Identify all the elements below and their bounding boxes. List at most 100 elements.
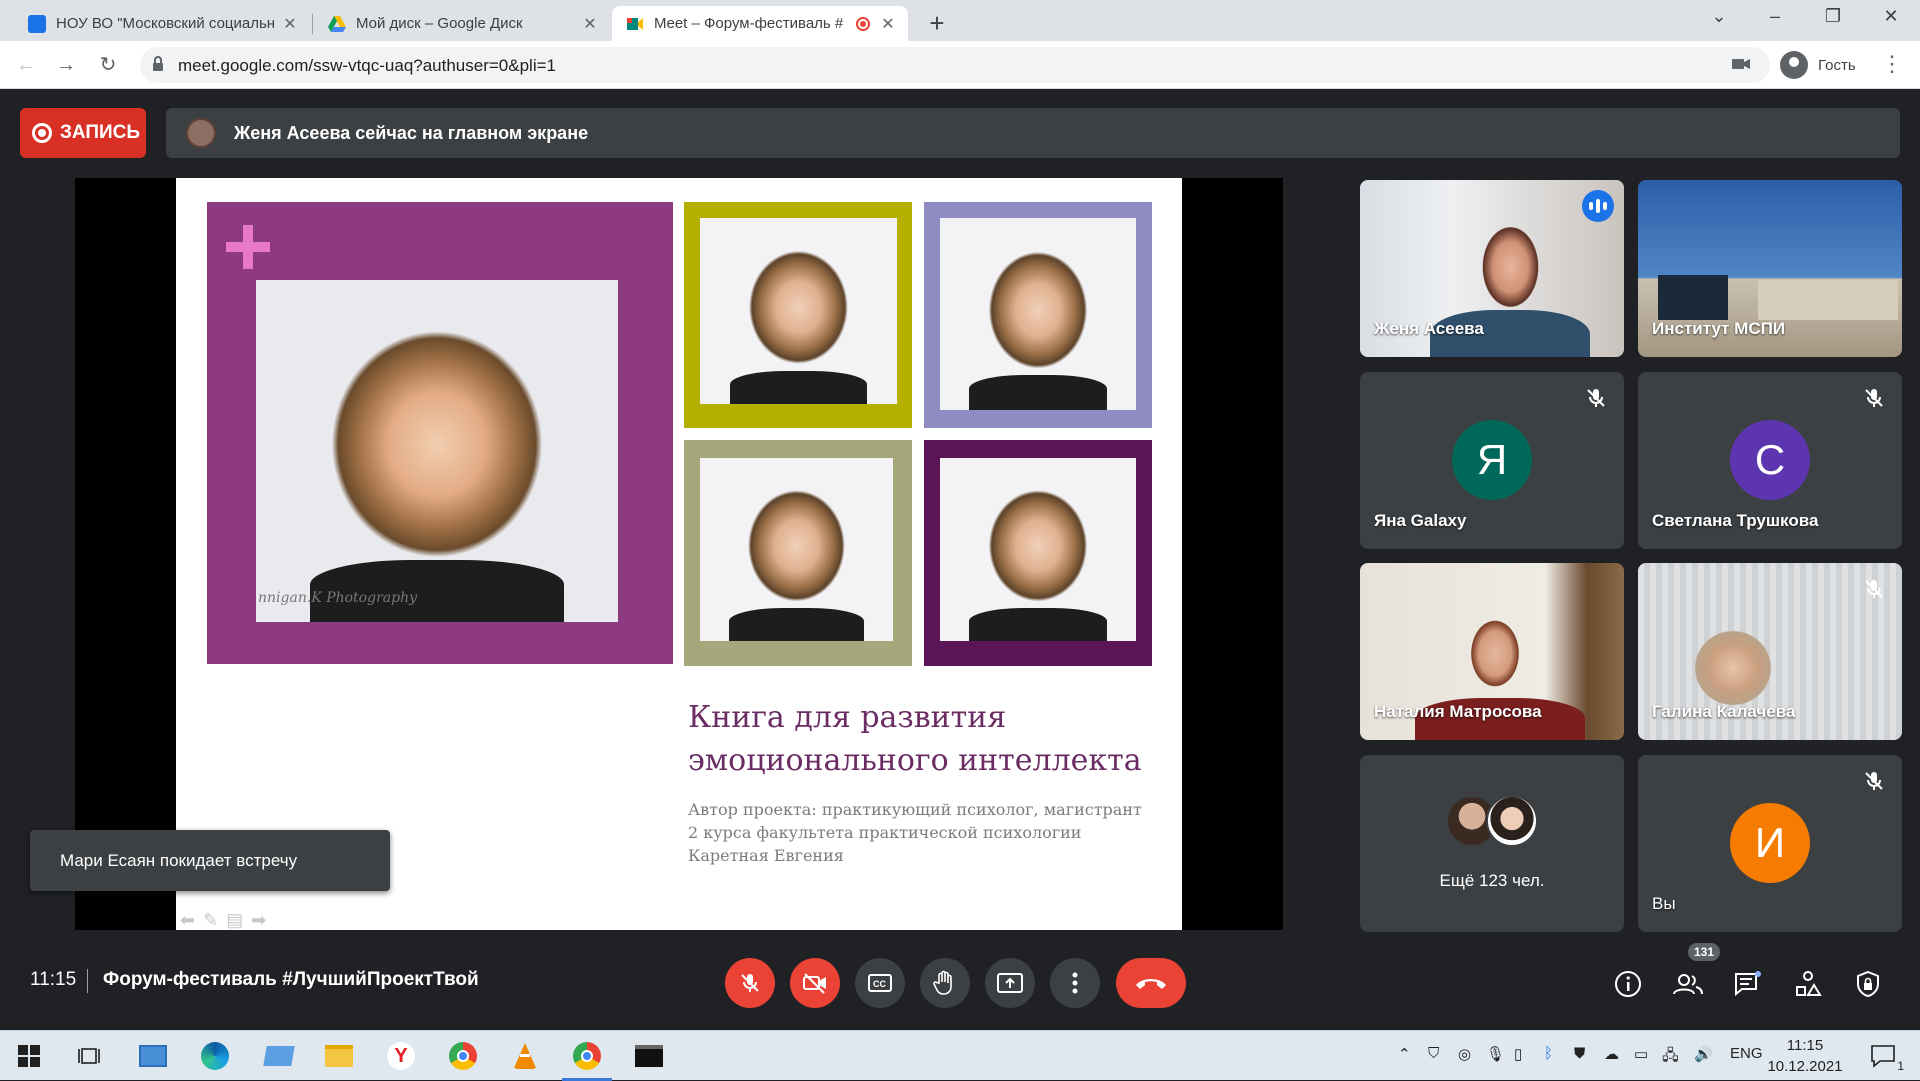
child-surprised-photo <box>940 218 1136 410</box>
chat-button[interactable] <box>1732 968 1764 1000</box>
restore-button[interactable]: ❐ <box>1810 6 1856 27</box>
activities-button[interactable] <box>1792 968 1824 1000</box>
main-screen-banner: Женя Асеева сейчас на главном экране <box>166 108 1900 158</box>
drive-favicon-icon <box>328 15 346 33</box>
recording-badge[interactable]: ЗАПИСЬ <box>20 108 146 158</box>
command-prompt-icon[interactable] <box>632 1039 666 1073</box>
raise-hand-button[interactable] <box>920 958 970 1008</box>
camera-off-icon <box>803 973 826 994</box>
present-screen-button[interactable] <box>985 958 1035 1008</box>
network-tray-icon[interactable]: 🖧 <box>1662 1045 1679 1070</box>
child-doubtful-photo <box>700 458 893 641</box>
slide-subtitle-line: Каретная Евгения <box>688 846 844 865</box>
new-tab-button[interactable]: + <box>923 8 951 39</box>
meet-favicon-icon <box>626 15 644 33</box>
clock-date: 10.12.2021 <box>1767 1058 1843 1075</box>
chrome-active-icon[interactable] <box>562 1039 612 1081</box>
network-computer-icon[interactable] <box>262 1039 296 1073</box>
participant-tile[interactable]: Институт МСПИ <box>1638 180 1902 357</box>
security-shield-tray-icon[interactable]: ⛉ <box>1428 1045 1439 1062</box>
usb-tray-icon[interactable]: ▯ <box>1514 1045 1522 1063</box>
yandex-browser-icon[interactable]: Y <box>384 1039 418 1073</box>
mic-off-icon <box>1865 772 1883 790</box>
captions-button[interactable]: CC <box>855 958 905 1008</box>
record-icon <box>32 123 52 143</box>
desk-shape <box>1758 280 1898 320</box>
participant-name: Институт МСПИ <box>1652 319 1786 338</box>
info-icon <box>1615 971 1641 997</box>
system-clock[interactable]: 11:15 10.12.2021 <box>1760 1035 1850 1077</box>
meeting-details-button[interactable] <box>1612 968 1644 1000</box>
back-arrow-icon[interactable]: ← <box>12 51 40 79</box>
slide-controls: ⬅ ✎ ▤ ➡ <box>180 910 266 931</box>
participant-tile[interactable]: Наталия Матросова <box>1360 563 1624 740</box>
control-panel-icon[interactable] <box>136 1039 170 1073</box>
chrome-icon[interactable] <box>446 1039 480 1073</box>
profile-avatar-icon <box>1780 51 1808 79</box>
browser-tab-strip: НОУ ВО "Московский социальн ✕ Мой диск –… <box>0 0 1920 41</box>
input-language[interactable]: ENG <box>1730 1045 1763 1062</box>
people-icon <box>1673 974 1703 995</box>
captions-icon: CC <box>868 974 892 992</box>
windows-taskbar: Y ⌃ ⛉ ◎ 🎙 ▯ ᛒ ⛊ ☁ ▭ 🖧 🔊 ENG 11:15 10.12.… <box>0 1030 1920 1081</box>
camera-toggle-button[interactable] <box>790 958 840 1008</box>
close-window-button[interactable]: ✕ <box>1868 6 1914 27</box>
tab-nou-vo[interactable]: НОУ ВО "Московский социальн ✕ <box>14 6 310 41</box>
tab-divider <box>312 14 313 34</box>
meeting-title: Форум-фестиваль #ЛучшийПроектТвой <box>103 969 479 990</box>
self-tile[interactable]: И Вы <box>1638 755 1902 932</box>
tab-search-chevron-icon[interactable]: ⌄ <box>1696 6 1742 27</box>
bluetooth-tray-icon[interactable]: ᛒ <box>1544 1045 1553 1062</box>
close-tab-icon[interactable]: ✕ <box>580 14 600 34</box>
participant-tile[interactable]: Женя Асеева <box>1360 180 1624 357</box>
meeting-clock: 11:15 <box>30 969 77 990</box>
leave-call-button[interactable] <box>1116 958 1186 1008</box>
participant-tile[interactable]: Я Яна Galaxy <box>1360 372 1624 549</box>
edge-browser-icon[interactable] <box>198 1039 232 1073</box>
more-participants-tile[interactable]: Ещё 123 чел. <box>1360 755 1624 932</box>
more-participants-label: Ещё 123 чел. <box>1439 871 1545 890</box>
camera-in-use-icon[interactable] <box>1732 55 1750 76</box>
slide-title-line: эмоционального интеллекта <box>688 743 1142 778</box>
reload-icon[interactable]: ↻ <box>94 51 122 79</box>
volume-tray-icon[interactable]: 🔊 <box>1694 1045 1713 1063</box>
participant-tile[interactable]: Галина Калачева <box>1638 563 1902 740</box>
next-slide-icon[interactable]: ➡ <box>251 910 266 931</box>
participant-name: Женя Асеева <box>1374 319 1484 338</box>
cloud-sync-tray-icon[interactable]: ☁ <box>1604 1045 1619 1063</box>
notification-center-icon[interactable]: 1 <box>1866 1039 1904 1073</box>
forward-arrow-icon[interactable]: → <box>52 51 80 79</box>
mic-off-icon <box>1865 580 1883 598</box>
close-tab-icon[interactable]: ✕ <box>878 14 898 34</box>
show-hidden-icons-chevron[interactable]: ⌃ <box>1398 1045 1411 1063</box>
tab-title: НОУ ВО "Московский социальн <box>56 15 276 32</box>
tab-google-drive[interactable]: Мой диск – Google Диск ✕ <box>314 6 610 41</box>
file-explorer-icon[interactable] <box>322 1039 356 1073</box>
profile-button[interactable]: Гость <box>1780 47 1856 83</box>
tab-meet[interactable]: Meet – Форум-фестиваль # ✕ <box>612 6 908 41</box>
slide-subtitle: Автор проекта: практикующий психолог, ма… <box>688 798 1168 867</box>
vlc-player-icon[interactable] <box>508 1039 542 1073</box>
host-controls-button[interactable] <box>1852 968 1884 1000</box>
prev-slide-icon[interactable]: ⬅ <box>180 910 195 931</box>
microphone-tray-icon[interactable]: 🎙 <box>1486 1045 1505 1063</box>
close-tab-icon[interactable]: ✕ <box>280 14 300 34</box>
participant-name: Вы <box>1652 894 1676 913</box>
defender-tray-icon[interactable]: ⛊ <box>1574 1045 1585 1062</box>
participant-tile[interactable]: С Светлана Трушкова <box>1638 372 1902 549</box>
windows-start-icon[interactable] <box>12 1039 46 1073</box>
slide-menu-icon[interactable]: ▤ <box>226 910 243 931</box>
more-vert-icon <box>1072 972 1078 994</box>
omnibox[interactable]: meet.google.com/ssw-vtqc-uaq?authuser=0&… <box>140 47 1770 83</box>
pen-icon[interactable]: ✎ <box>203 910 218 931</box>
mic-toggle-button[interactable] <box>725 958 775 1008</box>
toast-text: Мари Есаян покидает встречу <box>60 850 298 870</box>
battery-tray-icon[interactable]: ▭ <box>1634 1045 1648 1063</box>
minimize-button[interactable]: – <box>1752 6 1798 27</box>
slide-subtitle-line: Автор проекта: практикующий психолог, ма… <box>688 800 1142 819</box>
more-options-button[interactable] <box>1050 958 1100 1008</box>
task-view-icon[interactable] <box>72 1039 106 1073</box>
browser-menu-icon[interactable]: ⋮ <box>1880 51 1904 77</box>
webcam-tray-icon[interactable]: ◎ <box>1458 1045 1471 1063</box>
participants-button[interactable] <box>1672 968 1704 1000</box>
